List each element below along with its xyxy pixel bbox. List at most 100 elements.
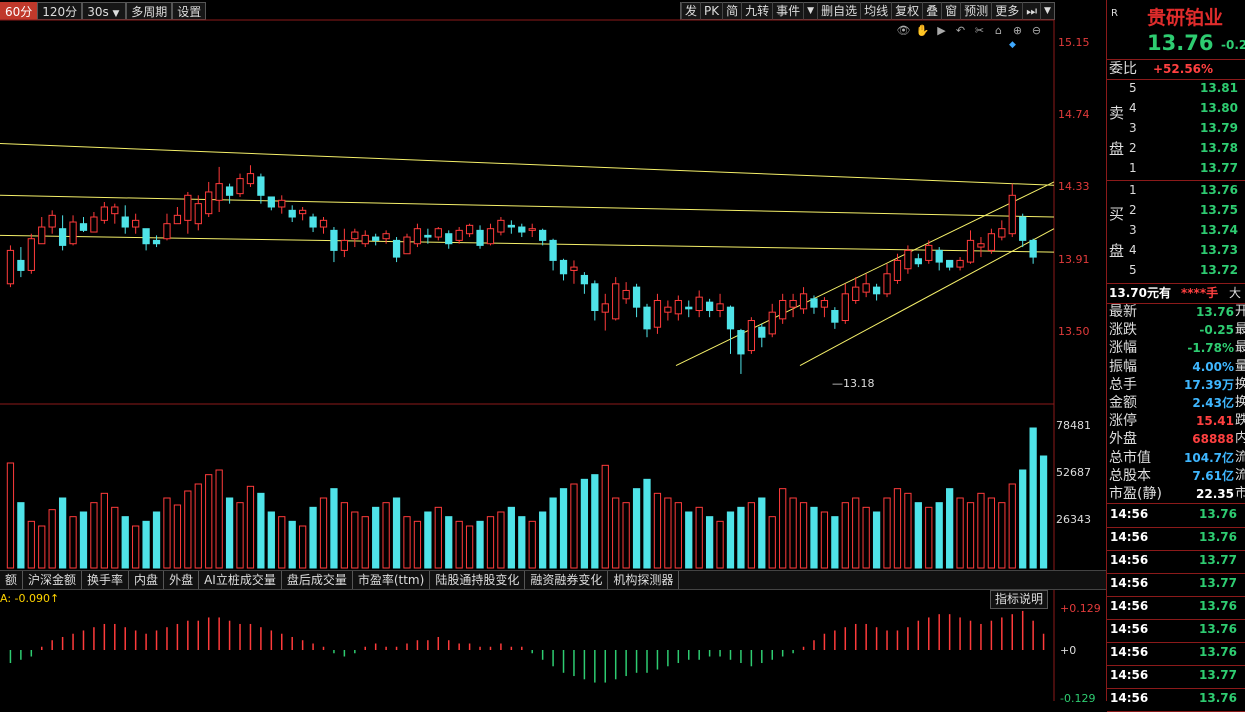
candle-body [925,244,933,261]
stat-row: 振幅 4.00% 量 [1107,358,1245,376]
tick-price: 13.76 [1199,622,1237,636]
volume-bar [205,474,213,569]
stat-label: 市盈(静) [1109,486,1162,502]
tab-outer[interactable]: 外盘 [164,571,200,589]
tab-margin[interactable]: 融资融券变化 [525,571,609,589]
candle-body [758,326,766,338]
candle-body [539,229,547,241]
stat-row: 涨停 15.41 跌 [1107,412,1245,430]
tick-time: 14:56 [1110,530,1149,544]
candle-body [6,249,15,285]
tab-inner[interactable]: 内盘 [129,571,165,589]
tick-price: 13.76 [1199,507,1237,521]
sell-level-row: 5 13.81 [1107,79,1245,98]
candle-body [507,224,515,228]
candle-body [768,311,776,335]
buy-level-index: 1 [1129,183,1137,197]
trend-line[interactable] [0,143,1055,186]
candle-body [883,273,891,295]
volume-bar [831,516,839,569]
volume-bar [236,502,244,569]
candle-body [184,194,192,221]
volume-bar [632,488,641,569]
volume-bar [1019,469,1027,569]
candle-body [956,259,964,268]
candle-body [152,239,161,245]
tab-amount[interactable]: 额 [0,571,24,589]
candle-body [977,243,985,248]
stat-row: 总手 17.39万换 [1107,376,1245,394]
candle-body [570,266,578,271]
volume-bar [38,525,46,569]
kline-chart[interactable] [0,0,1106,701]
tick-row: 14:56 13.77 [1107,666,1245,689]
stat-label: 总手 [1109,376,1137,393]
volume-bar [872,511,881,569]
candle-body [831,310,839,323]
stat-row: 涨跌 -0.25 最 [1107,321,1245,339]
tab-pe-ttm[interactable]: 市盈率(ttm) [353,571,431,589]
stat-tail: 内 [1235,431,1245,447]
price-tick: 14.74 [1058,108,1090,121]
candle-body [664,306,672,313]
stock-name: 贵研铂业 [1147,7,1224,29]
volume-bar [361,516,369,569]
sell-level-price: 13.78 [1200,141,1238,155]
candle-body [747,320,755,352]
volume-bar [111,506,119,569]
candle-body [591,283,599,312]
tab-hs-amount[interactable]: 沪深金额 [23,571,83,589]
stat-value: 2.43亿 [1192,396,1234,410]
volume-tick: 26343 [1056,513,1091,526]
volume-bar [685,511,693,569]
volume-bar [580,478,589,569]
volume-bar [351,511,359,569]
indicator-help-button[interactable]: 指标说明 [990,590,1049,609]
tick-row: 14:56 13.76 [1107,643,1245,666]
volume-bar [424,511,432,569]
candle-body [278,199,286,208]
candle-body [726,306,735,330]
candle-body [622,289,630,300]
stat-label: 涨停 [1109,413,1137,430]
candle-body [465,224,474,235]
volume-bar [883,497,891,569]
volume-bar [747,502,755,569]
stat-value: 7.61亿 [1192,468,1234,483]
tab-institution[interactable]: 机构探测器 [608,571,680,589]
volume-bar [904,492,912,569]
volume-bar [664,497,672,569]
stat-tail: 流 [1235,449,1245,465]
tab-after-hours-volume[interactable]: 盘后成交量 [282,571,353,589]
candle-body [132,219,140,228]
stat-label: 涨跌 [1109,322,1137,339]
volume-bar [935,502,943,569]
candle-body [935,249,943,263]
tick-time: 14:56 [1110,691,1149,705]
volume-bar [528,520,536,569]
tab-turnover[interactable]: 换手率 [82,571,130,589]
weibi-value: +52.56% [1153,62,1214,76]
volume-bar [132,525,140,569]
stat-tail: 开 [1235,304,1245,319]
stat-tail: 量 [1235,358,1245,374]
volume-bar [716,520,724,569]
trend-line[interactable] [0,194,1055,218]
candle-body [455,229,463,241]
candle-body [299,209,307,215]
candle-body [612,283,620,320]
tick-time: 14:56 [1110,553,1149,567]
volume-bar [737,506,745,569]
volume-bar [476,520,484,569]
candle-body [789,299,797,308]
tab-ai-volume[interactable]: AI立桩成交量 [199,571,282,589]
trend-line[interactable] [675,181,1055,367]
tick-time: 14:56 [1110,645,1149,659]
buy-level-price: 13.73 [1200,243,1238,257]
candle-body [340,239,349,251]
tab-northbound[interactable]: 陆股通持股变化 [430,571,526,589]
volume-bar [69,516,77,569]
volume-bar [852,497,860,569]
candle-body [779,299,787,320]
volume-bar [288,520,296,569]
